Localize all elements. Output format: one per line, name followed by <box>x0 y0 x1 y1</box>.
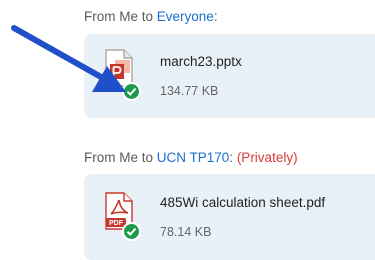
message-header: From Me to Everyone: <box>84 9 218 24</box>
recipient-link[interactable]: UCN TP170 <box>157 150 230 165</box>
check-icon <box>122 82 141 101</box>
file-name[interactable]: 485Wi calculation sheet.pdf <box>160 195 325 210</box>
pdf-badge-text: PDF <box>109 220 124 227</box>
sender-label: From Me to <box>84 150 157 165</box>
file-attachment-card[interactable]: PDF 485Wi calculation sheet.pdf 78.14 KB <box>84 174 375 260</box>
header-suffix: : <box>229 150 237 165</box>
file-size: 78.14 KB <box>160 225 212 239</box>
file-name[interactable]: march23.pptx <box>160 54 242 69</box>
recipient-link[interactable]: Everyone <box>157 9 214 24</box>
sender-label: From Me to <box>84 9 157 24</box>
check-icon <box>122 222 141 241</box>
message-header: From Me to UCN TP170: (Privately) <box>84 150 298 165</box>
file-size: 134.77 KB <box>160 84 219 98</box>
header-suffix: : <box>213 9 218 24</box>
private-label: (Privately) <box>236 150 298 165</box>
file-attachment-card[interactable]: march23.pptx 134.77 KB <box>84 34 375 118</box>
